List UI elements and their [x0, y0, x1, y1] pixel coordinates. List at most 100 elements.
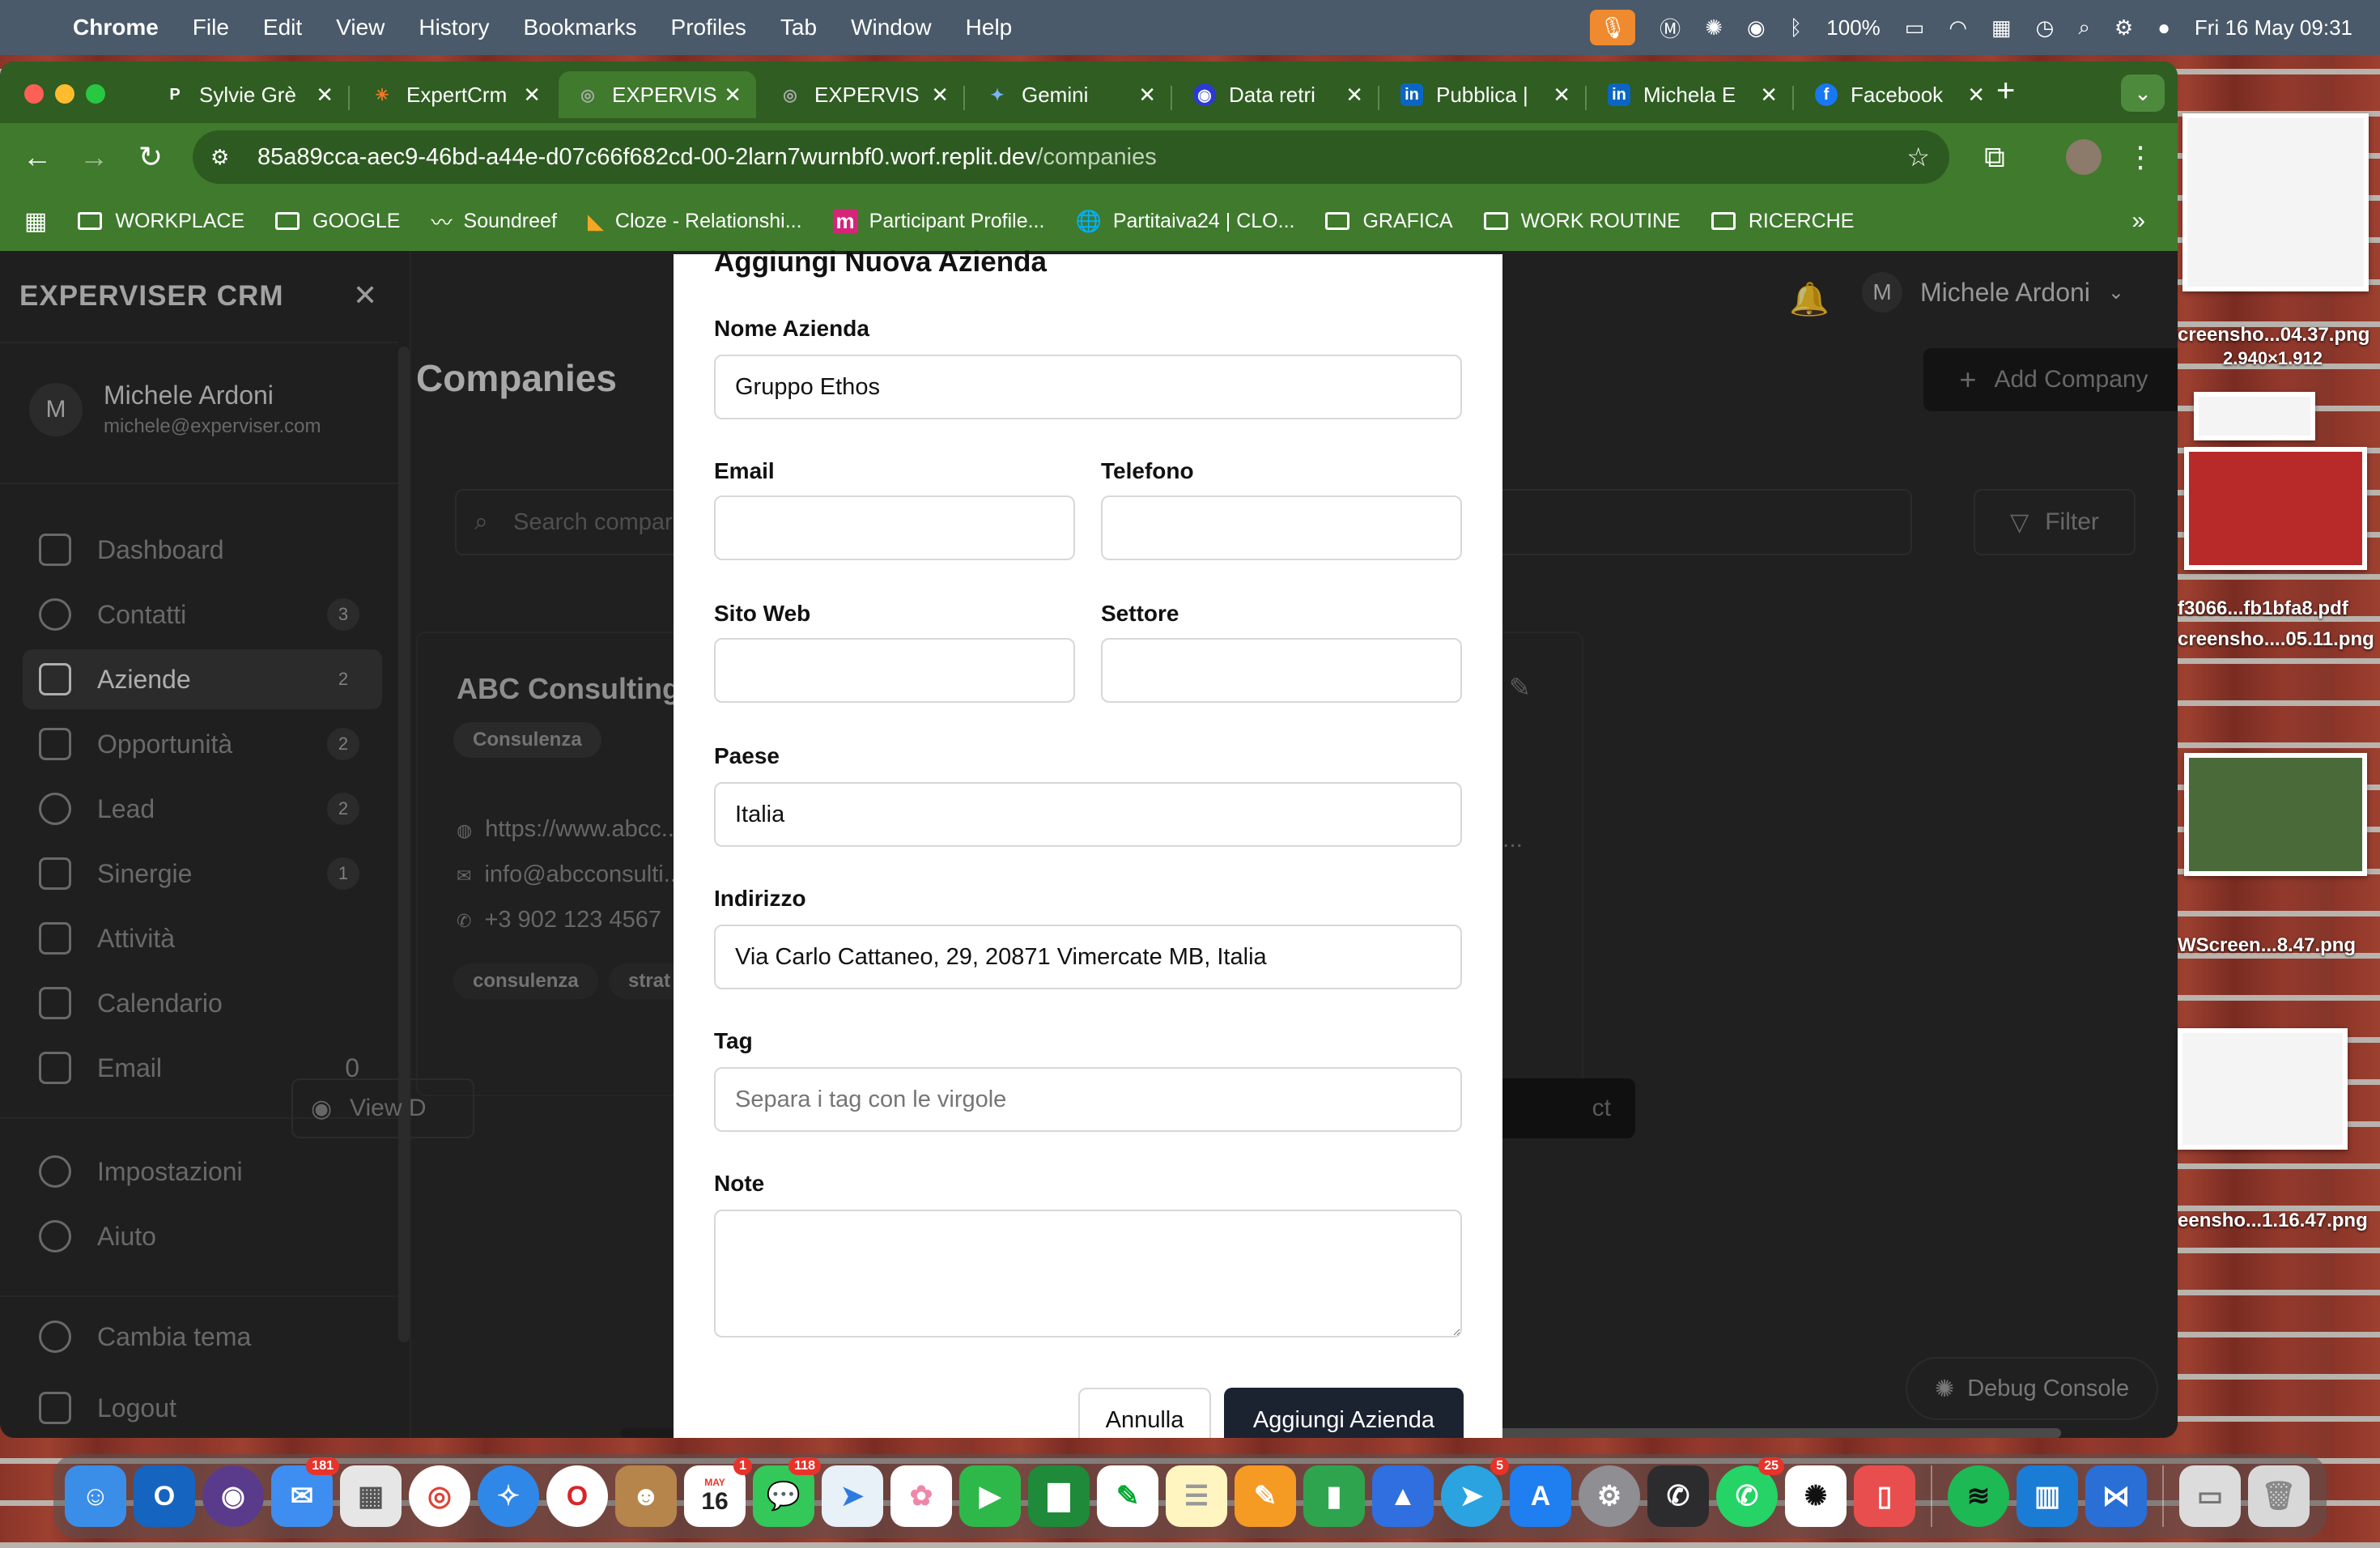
desktop-file-label[interactable]: creensho....05.11.png — [2178, 628, 2374, 651]
menu-profiles[interactable]: Profiles — [671, 15, 746, 40]
close-tab-icon[interactable]: ✕ — [1553, 83, 1570, 108]
menubar-app-name[interactable]: Chrome — [73, 15, 159, 40]
forward-arrow-icon[interactable]: → — [71, 134, 117, 180]
settore-input[interactable] — [1101, 638, 1462, 703]
spotlight-search-icon[interactable]: ⌕ — [2078, 15, 2090, 40]
add-company-submit-button[interactable]: Aggiungi Azienda — [1224, 1388, 1464, 1438]
desktop-image-thumbnail[interactable] — [2184, 753, 2367, 876]
close-tab-icon[interactable]: ✕ — [1760, 83, 1778, 108]
menu-bookmarks[interactable]: Bookmarks — [523, 15, 636, 40]
telegram-icon[interactable]: ➤ 5 — [1441, 1457, 1509, 1527]
sito-web-input[interactable] — [714, 638, 1075, 703]
paese-input[interactable] — [714, 782, 1462, 847]
desktop-file-thumbnail[interactable] — [2182, 113, 2369, 291]
bookmark-ricerche[interactable]: RICERCHE — [1711, 210, 1854, 233]
microphone-icon[interactable]: 🎙 — [1590, 10, 1636, 45]
tab-linkedin-michela[interactable]: in Michela E ✕ — [1590, 71, 1792, 118]
bookmark-star-icon[interactable]: ☆ — [1906, 142, 1930, 172]
tab-gemini[interactable]: ✦ Gemini ✕ — [968, 71, 1171, 118]
nome-azienda-input[interactable] — [714, 355, 1462, 419]
bookmark-grafica[interactable]: GRAFICA — [1325, 210, 1453, 233]
menu-help[interactable]: Help — [966, 15, 1013, 40]
close-window-button[interactable] — [24, 84, 44, 104]
desktop-file-label[interactable]: eensho...1.16.47.png — [2178, 1210, 2368, 1232]
desktop-pdf-thumbnail[interactable] — [2184, 447, 2367, 570]
indirizzo-input[interactable] — [714, 925, 1462, 989]
close-tab-icon[interactable]: ✕ — [316, 83, 334, 108]
chrome-icon[interactable]: ◎ — [409, 1465, 470, 1527]
bookmark-soundreef[interactable]: 〰 Soundreef — [431, 206, 557, 236]
bookmark-google[interactable]: GOOGLE — [275, 210, 401, 233]
control-center-icon[interactable]: ⚙ — [2114, 15, 2133, 40]
bookmark-participant[interactable]: m Participant Profile... — [832, 208, 1044, 234]
minimize-window-button[interactable] — [55, 84, 74, 104]
desktop-file-label[interactable]: f3066...fb1bfa8.pdf — [2178, 598, 2348, 620]
numbers-icon[interactable]: ▮ — [1303, 1465, 1365, 1527]
chrome-menu-icon[interactable]: ⋮ — [2118, 134, 2163, 180]
extensions-puzzle-icon[interactable]: ⧉ — [1972, 134, 2017, 180]
keynote-icon[interactable]: ▲ — [1372, 1465, 1434, 1527]
spotify-icon[interactable]: ≋ — [1948, 1465, 2009, 1527]
evernote-icon[interactable]: ✎ — [1097, 1465, 1158, 1527]
desktop-file-thumbnail[interactable] — [2194, 392, 2315, 440]
menu-edit[interactable]: Edit — [263, 15, 302, 40]
trello-icon[interactable]: ▥ — [2017, 1465, 2078, 1527]
email-input[interactable] — [714, 495, 1075, 560]
safari-icon[interactable]: ✧ — [478, 1465, 539, 1527]
profile-avatar[interactable] — [2066, 139, 2102, 175]
menu-history[interactable]: History — [419, 15, 489, 40]
bluetooth-icon[interactable]: ᛒ — [1790, 15, 1803, 40]
close-tab-icon[interactable]: ✕ — [523, 83, 541, 108]
trash-icon[interactable]: 🗑 — [2248, 1465, 2310, 1527]
chatgpt-icon[interactable]: ✺ — [1785, 1465, 1847, 1527]
openai-status-icon[interactable]: ✺ — [1705, 15, 1723, 40]
tag-input[interactable] — [714, 1067, 1462, 1132]
close-tab-icon[interactable]: ✕ — [1138, 83, 1156, 108]
cancel-button[interactable]: Annulla — [1078, 1388, 1211, 1438]
menu-tab[interactable]: Tab — [780, 15, 817, 40]
note-textarea[interactable] — [714, 1210, 1462, 1337]
mail-icon[interactable]: ✉ 181 — [271, 1457, 339, 1527]
maps-icon[interactable]: ➤ — [822, 1465, 883, 1527]
new-tab-plus-icon[interactable]: + — [1996, 73, 2015, 109]
pages-icon[interactable]: ✎ — [1235, 1465, 1296, 1527]
vscode-icon[interactable]: ⋈ — [2085, 1465, 2147, 1527]
keyboard-icon[interactable]: ▦ — [1991, 15, 2012, 40]
whatsapp-icon[interactable]: ✆ 25 — [1716, 1457, 1784, 1527]
desktop-file-label[interactable]: creensho...04.37.png — [2178, 324, 2369, 347]
menubar-clock[interactable]: Fri 16 May 09:31 — [2195, 15, 2352, 40]
chat-icon[interactable]: ▇ — [1028, 1465, 1090, 1527]
bookmark-partitaiva[interactable]: 🌐 Partitaiva24 | CLO... — [1075, 209, 1294, 234]
app-store-icon[interactable]: A — [1510, 1465, 1571, 1527]
opera-icon[interactable]: O — [546, 1465, 608, 1527]
tab-data-retrieval[interactable]: ◉ Data retri ✕ — [1175, 71, 1378, 118]
system-settings-icon[interactable]: ⚙ — [1579, 1465, 1640, 1527]
close-tab-icon[interactable]: ✕ — [1967, 83, 1985, 108]
time-machine-icon[interactable]: ◷ — [2036, 15, 2055, 40]
more-bookmarks-chevron-icon[interactable]: » — [2131, 207, 2145, 235]
calendar-icon[interactable]: MAY 16 1 — [684, 1457, 752, 1527]
desktop-file-label[interactable]: WScreen...8.47.png — [2178, 934, 2356, 957]
close-tab-icon[interactable]: ✕ — [1345, 83, 1363, 108]
phone-icon[interactable]: ✆ — [1647, 1465, 1709, 1527]
menu-view[interactable]: View — [336, 15, 385, 40]
menu-file[interactable]: File — [193, 15, 229, 40]
url-field[interactable]: ⚙ 85a89cca-aec9-46bd-a44e-d07c66f682cd-0… — [193, 130, 1949, 184]
back-arrow-icon[interactable]: ← — [15, 134, 60, 180]
bookmark-work-routine[interactable]: WORK ROUTINE — [1483, 210, 1681, 233]
tab-expertcrm[interactable]: ✳ ExpertCrm ✕ — [353, 71, 555, 118]
tab-search-chevron-icon[interactable]: ⌄ — [2121, 74, 2165, 112]
tab-experviser-active[interactable]: ◎ EXPERVIS ✕ — [559, 71, 756, 118]
tab-facebook[interactable]: f Facebook ✕ — [1797, 71, 2000, 118]
wifi-icon[interactable]: ◠ — [1949, 15, 1967, 40]
zoom-window-button[interactable] — [86, 84, 105, 104]
bookmark-cloze[interactable]: ◣ Cloze - Relationshi... — [588, 209, 802, 234]
tab-experviser[interactable]: ◎ EXPERVIS ✕ — [761, 71, 963, 118]
iphone-mirroring-icon[interactable]: ▯ — [1854, 1465, 1915, 1527]
bookmark-workplace[interactable]: WORKPLACE — [78, 210, 244, 233]
tab-linkedin-pubblica[interactable]: in Pubblica | ✕ — [1383, 71, 1585, 118]
desktop-file-thumbnail[interactable] — [2178, 1028, 2348, 1150]
finder-icon[interactable]: ☺ — [65, 1465, 126, 1527]
facetime-icon[interactable]: ▶ — [959, 1465, 1021, 1527]
notes-icon[interactable]: ☰ — [1166, 1465, 1227, 1527]
